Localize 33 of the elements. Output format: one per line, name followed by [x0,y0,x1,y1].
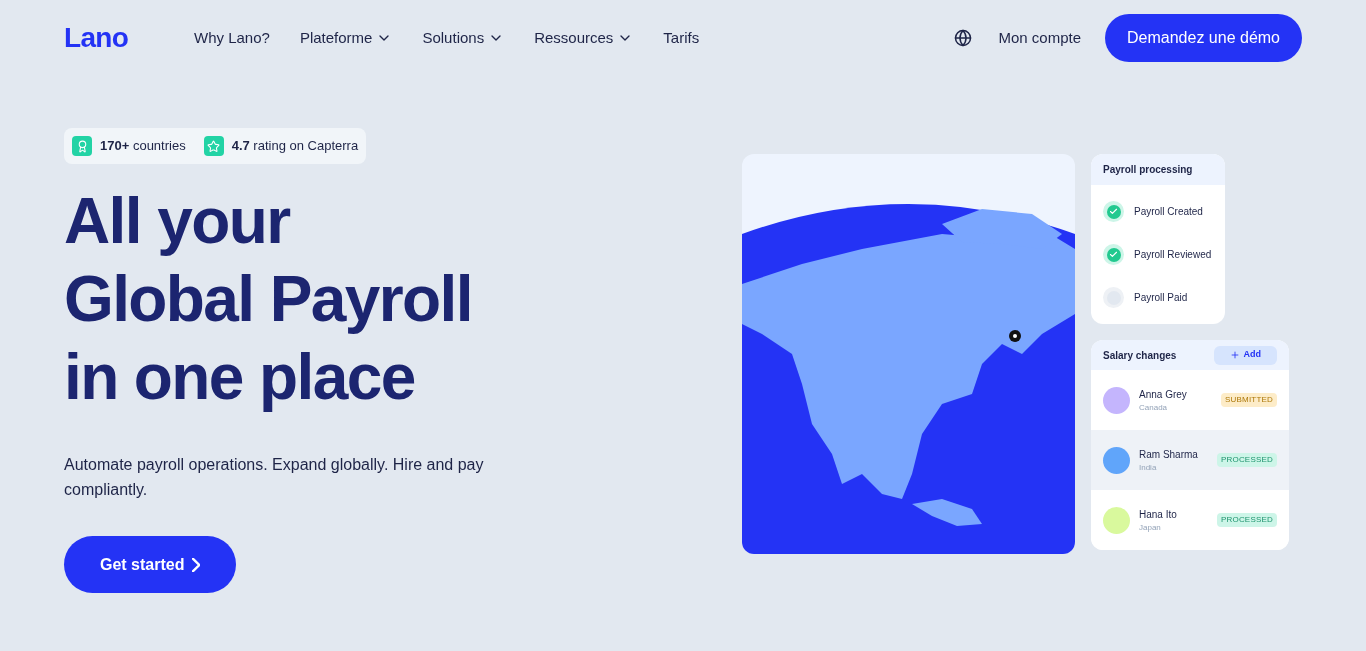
stat-text: 170+ countries [100,137,186,156]
nav-link[interactable]: Why Lano? [194,26,270,50]
employee-row[interactable]: Ram Sharma India PROCESSED [1091,430,1289,490]
plus-icon [1229,350,1240,360]
employee-country: India [1139,461,1158,474]
status-label: PROCESSED [1216,453,1277,467]
stat-text: 4.7 rating on Capterra [231,137,359,156]
language-icon[interactable] [954,29,973,47]
hero-subtitle: Automate payroll operations. Expand globally. Hire and pay compliantly. [64,455,485,500]
account-link[interactable]: Mon compte [998,26,1081,50]
demo-button[interactable]: Demandez une démo [1105,14,1302,62]
award-icon [72,136,92,156]
card-title: Payroll processing [1091,154,1225,185]
status-label: PROCESSED [1216,513,1277,527]
employee-name: Hana Ito [1139,507,1177,522]
step-label: Payroll Reviewed [1134,248,1212,262]
step-label: Payroll Created [1134,205,1203,219]
employee-country: Japan [1139,521,1162,534]
get-started-button[interactable]: Get started [64,536,237,593]
card-title: Salary changes [1103,348,1177,363]
logo[interactable]: Lano [64,17,194,59]
nav-link[interactable]: Tarifs [663,26,700,50]
employee-name: Ram Sharma [1139,447,1198,462]
employee-name: Anna Grey [1139,387,1187,402]
nav-link[interactable]: Plateforme [299,26,393,50]
chevron-right-icon [192,557,201,572]
nav-link[interactable]: Solutions [422,26,505,50]
hero-title: All your Global Payroll in one place [64,184,473,415]
employee-country: Canada [1139,401,1169,414]
nav-link[interactable]: Ressources [534,26,634,50]
status-label: SUBMITTED [1220,393,1277,407]
step-label: Payroll Paid [1134,291,1188,305]
add-button[interactable]: Add [1213,345,1277,365]
